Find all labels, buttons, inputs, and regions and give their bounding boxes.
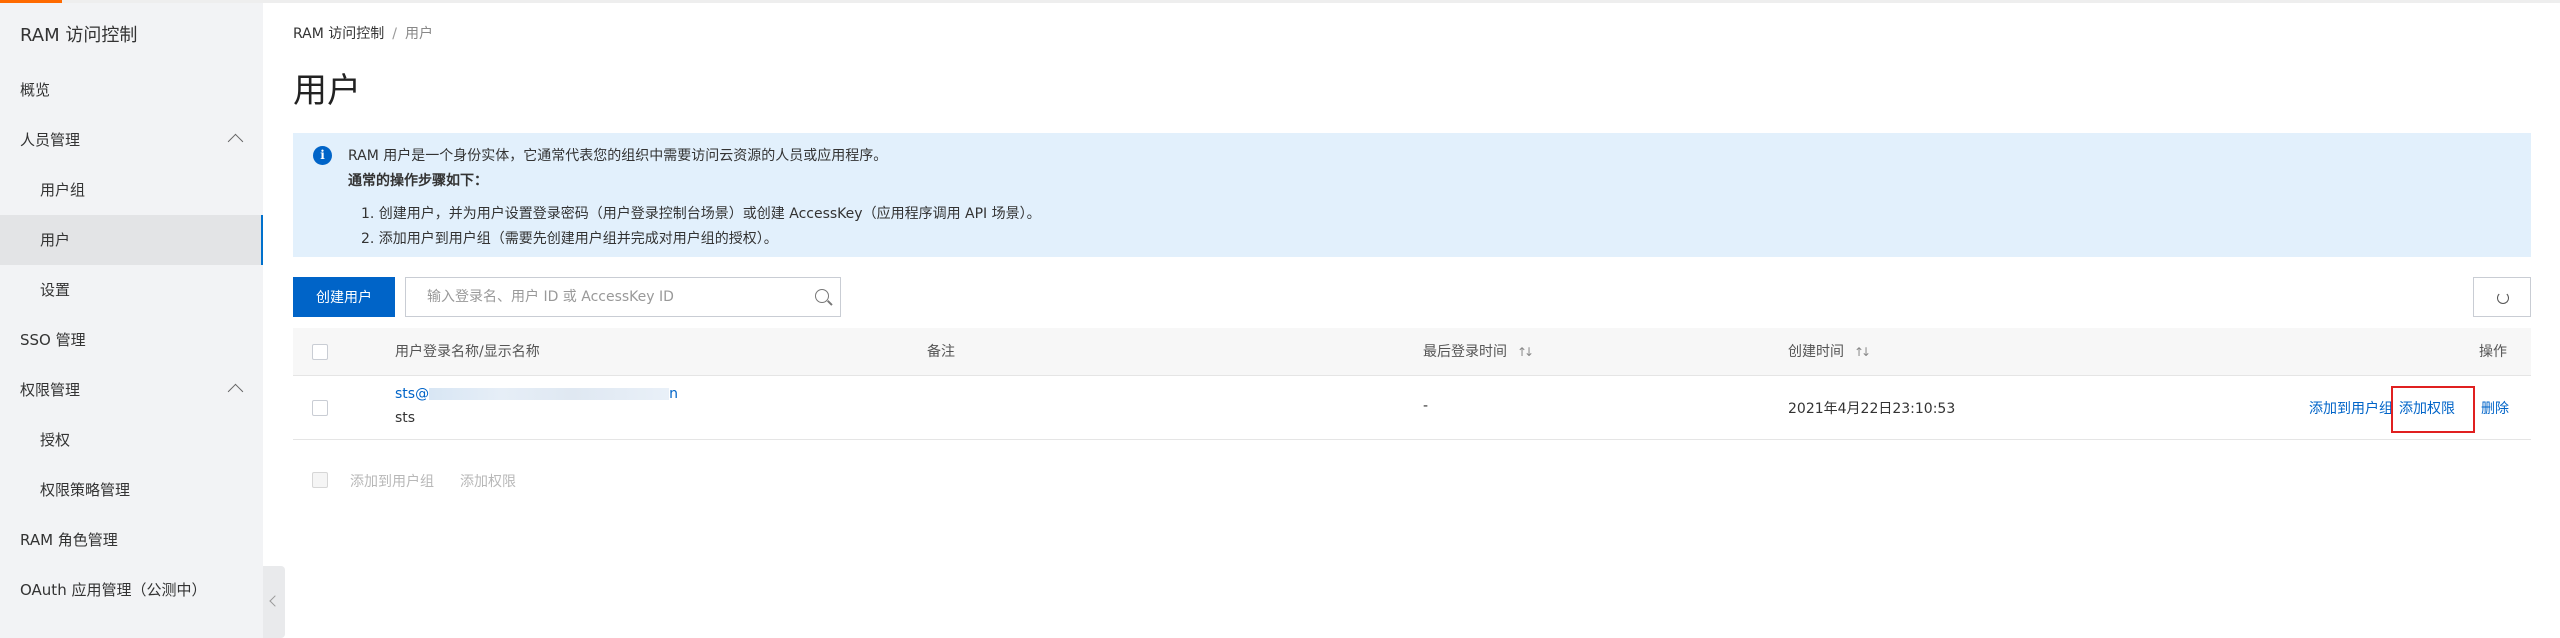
sidebar-collapse-button[interactable] bbox=[263, 566, 285, 638]
sidebar-item-label: 用户组 bbox=[40, 181, 86, 199]
breadcrumb: RAM 访问控制 / 用户 bbox=[293, 23, 433, 43]
highlight-annotation bbox=[2391, 386, 2475, 433]
notice-steps-title: 通常的操作步骤如下： bbox=[348, 173, 488, 189]
sidebar-item-policies[interactable]: 权限策略管理 bbox=[0, 465, 263, 515]
sidebar-item-ram-roles[interactable]: RAM 角色管理 bbox=[0, 515, 263, 565]
refresh-icon bbox=[2497, 292, 2509, 304]
user-display-name: sts bbox=[395, 410, 416, 426]
sidebar-item-label: 权限管理 bbox=[20, 381, 81, 399]
sidebar-item-label: 概览 bbox=[20, 81, 51, 99]
add-to-group-link[interactable]: 添加到用户组 bbox=[2309, 398, 2393, 418]
sidebar-item-label: RAM 角色管理 bbox=[20, 531, 118, 549]
sidebar: RAM 访问控制 概览 人员管理 用户组 用户 设置 SSO 管理 权限管理 授… bbox=[0, 3, 263, 638]
sidebar-item-label: 设置 bbox=[40, 281, 71, 299]
breadcrumb-current: 用户 bbox=[405, 26, 433, 42]
breadcrumb-separator: / bbox=[392, 26, 397, 42]
info-notice: i RAM 用户是一个身份实体，它通常代表您的组织中需要访问云资源的人员或应用程… bbox=[293, 133, 2531, 257]
batch-select-checkbox[interactable] bbox=[312, 472, 328, 488]
sidebar-item-label: 人员管理 bbox=[20, 131, 81, 149]
batch-add-permission-button[interactable]: 添加权限 bbox=[460, 471, 516, 491]
sort-icon[interactable]: ↑↓ bbox=[1854, 328, 1871, 376]
sidebar-item-label: OAuth 应用管理（公测中） bbox=[20, 581, 207, 599]
sidebar-item-label: 权限策略管理 bbox=[40, 481, 131, 499]
column-header-last-login[interactable]: 最后登录时间 ↑↓ bbox=[1423, 328, 1534, 376]
user-created-time: 2021年4月22日23:10:53 bbox=[1788, 401, 1956, 417]
search-input[interactable] bbox=[407, 279, 797, 315]
redacted-login-mask bbox=[429, 388, 670, 400]
page-title: 用户 bbox=[293, 71, 361, 111]
sidebar-title: RAM 访问控制 bbox=[20, 25, 138, 46]
chevron-left-icon bbox=[269, 595, 281, 607]
user-last-login: - bbox=[1423, 398, 1429, 414]
column-header-actions: 操作 bbox=[2479, 344, 2507, 360]
batch-add-to-group-button[interactable]: 添加到用户组 bbox=[350, 471, 434, 491]
column-header-name: 用户登录名称/显示名称 bbox=[395, 344, 540, 360]
row-checkbox[interactable] bbox=[312, 400, 328, 416]
top-bar bbox=[0, 0, 2560, 3]
user-login-prefix[interactable]: sts@ bbox=[395, 386, 429, 402]
search-icon[interactable] bbox=[815, 289, 829, 303]
column-header-label: 创建时间 bbox=[1788, 344, 1844, 360]
notice-step-1: 1. 创建用户，并为用户设置登录密码（用户登录控制台场景）或创建 AccessK… bbox=[361, 206, 1041, 222]
sidebar-item-grants[interactable]: 授权 bbox=[0, 415, 263, 465]
user-login-name[interactable]: sts@ n bbox=[395, 386, 678, 402]
table-row: sts@ n sts - 2021年4月22日23:10:53 添加到用户组 添加… bbox=[293, 376, 2531, 440]
notice-step-2: 2. 添加用户到用户组（需要先创建用户组并完成对用户组的授权）。 bbox=[361, 231, 778, 247]
sidebar-item-user-groups[interactable]: 用户组 bbox=[0, 165, 263, 215]
sidebar-item-label: 用户 bbox=[40, 231, 71, 249]
column-header-created[interactable]: 创建时间 ↑↓ bbox=[1788, 328, 1871, 376]
table-header: 用户登录名称/显示名称 备注 最后登录时间 ↑↓ 创建时间 ↑↓ 操作 bbox=[293, 328, 2531, 376]
refresh-button[interactable] bbox=[2473, 277, 2531, 317]
create-user-button[interactable]: 创建用户 bbox=[293, 277, 395, 317]
sidebar-item-label: 授权 bbox=[40, 431, 71, 449]
delete-link[interactable]: 删除 bbox=[2481, 398, 2509, 418]
sidebar-item-people-management[interactable]: 人员管理 bbox=[0, 115, 263, 165]
sidebar-item-oauth-apps[interactable]: OAuth 应用管理（公测中） bbox=[0, 565, 263, 615]
sidebar-item-overview[interactable]: 概览 bbox=[0, 65, 263, 115]
info-icon: i bbox=[313, 146, 332, 165]
sort-icon[interactable]: ↑↓ bbox=[1517, 328, 1534, 376]
breadcrumb-root[interactable]: RAM 访问控制 bbox=[293, 26, 384, 42]
sidebar-item-sso[interactable]: SSO 管理 bbox=[0, 315, 263, 365]
user-login-suffix[interactable]: n bbox=[669, 386, 678, 402]
chevron-up-icon[interactable] bbox=[227, 133, 244, 150]
sidebar-item-settings[interactable]: 设置 bbox=[0, 265, 263, 315]
sidebar-item-label: SSO 管理 bbox=[20, 331, 86, 349]
chevron-up-icon[interactable] bbox=[227, 383, 244, 400]
notice-intro: RAM 用户是一个身份实体，它通常代表您的组织中需要访问云资源的人员或应用程序。 bbox=[348, 148, 888, 164]
column-header-note: 备注 bbox=[927, 344, 955, 360]
search-box bbox=[405, 277, 841, 317]
column-header-label: 最后登录时间 bbox=[1423, 344, 1507, 360]
select-all-checkbox[interactable] bbox=[312, 344, 328, 360]
sidebar-item-users[interactable]: 用户 bbox=[0, 215, 263, 265]
sidebar-item-permission-management[interactable]: 权限管理 bbox=[0, 365, 263, 415]
